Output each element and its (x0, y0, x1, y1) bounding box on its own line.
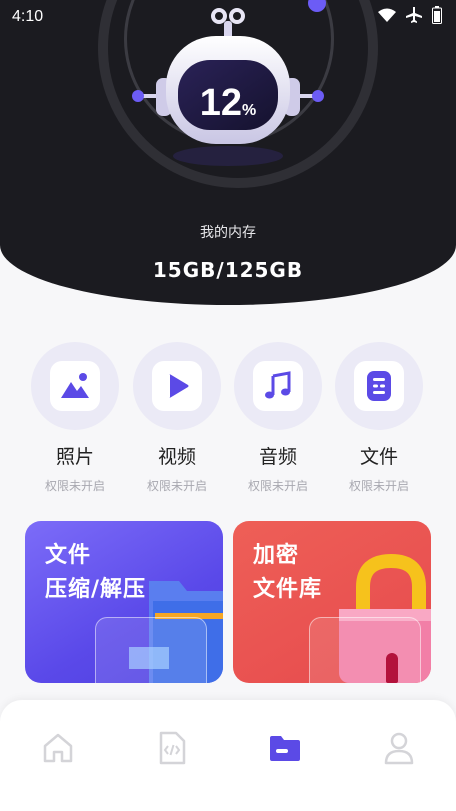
storage-label: 我的内存 (200, 225, 256, 241)
storage-percent-sign: % (242, 102, 257, 119)
category-circle (335, 342, 423, 430)
status-bar: 4:10 (0, 0, 456, 34)
category-permission: 权限未开启 (247, 479, 308, 493)
card-title: 文件 压缩/解压 (45, 543, 147, 602)
category-permission: 权限未开启 (44, 479, 105, 493)
play-icon (169, 374, 189, 398)
folder-icon (270, 736, 300, 761)
category-name: 音频 (258, 446, 297, 468)
nav-files[interactable] (267, 730, 303, 766)
category-name: 文件 (359, 446, 398, 468)
nav-profile[interactable] (381, 730, 417, 766)
bottom-navigation (0, 700, 456, 811)
category-circle (234, 342, 322, 430)
card-title: 加密 文件库 (253, 543, 323, 602)
storage-header: 我的内存 15GB/125GB (0, 0, 456, 305)
airplane-icon (406, 7, 422, 23)
card-glass-panel (309, 617, 421, 683)
compress-card[interactable]: 文件 压缩/解压 (25, 521, 223, 683)
category-audio[interactable]: 音频 权限未开启 (233, 342, 323, 494)
storage-value: 15GB/125GB (152, 258, 304, 282)
wifi-icon (378, 8, 396, 22)
category-permission: 权限未开启 (348, 479, 409, 493)
document-icon (367, 371, 391, 401)
category-files[interactable]: 文件 权限未开启 (334, 342, 424, 494)
storage-percent-value: 12 (199, 82, 243, 124)
user-icon (384, 732, 414, 765)
battery-icon (432, 6, 442, 24)
category-photos[interactable]: 照片 权限未开启 (30, 342, 120, 494)
home-icon (43, 733, 73, 763)
card-screen (129, 647, 169, 669)
nav-home[interactable] (40, 730, 76, 766)
code-file-icon (159, 731, 186, 765)
category-name: 照片 (55, 446, 94, 468)
category-circle (133, 342, 221, 430)
storage-percent: 12% (178, 82, 278, 125)
image-icon (61, 373, 89, 398)
category-videos[interactable]: 视频 权限未开启 (132, 342, 222, 494)
category-circle (31, 342, 119, 430)
category-name: 视频 (157, 446, 196, 468)
nav-code-files[interactable] (154, 730, 190, 766)
keyhole (386, 653, 398, 683)
category-permission: 权限未开启 (146, 479, 207, 493)
music-icon (265, 371, 291, 399)
vault-card[interactable]: 加密 文件库 (233, 521, 431, 683)
media-categories: 照片 权限未开启 视频 权限未开启 音频 权限未开启 文件 权限未开启 (0, 342, 456, 502)
status-time: 4:10 (12, 8, 44, 25)
